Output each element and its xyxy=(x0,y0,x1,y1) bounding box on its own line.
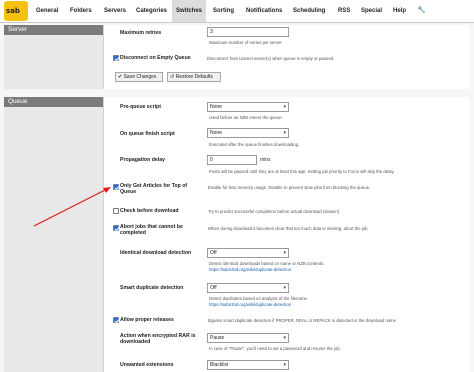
annotation-arrow xyxy=(33,187,111,227)
sabnzbd-config-page: sab General Folders Servers Categories S… xyxy=(0,0,474,372)
